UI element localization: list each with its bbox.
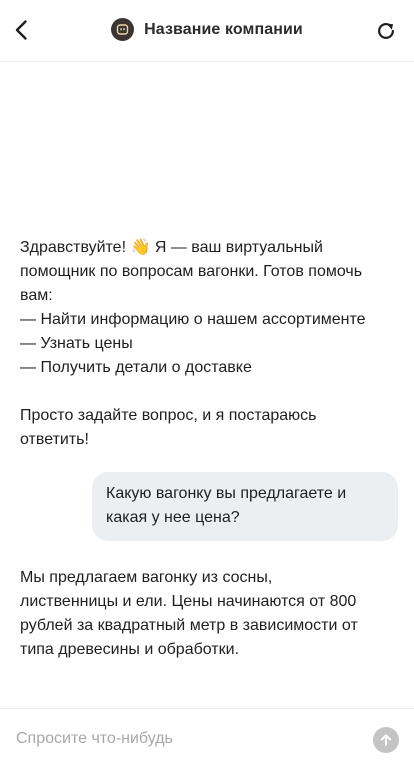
header-title-group: Название компании: [0, 18, 414, 41]
message-line: какая у нее цена?: [106, 509, 240, 526]
bot-message: Мы предлагаем вагонку из сосны, лиственн…: [20, 566, 394, 662]
message-line: помощник по вопросам вагонки. Готов помо…: [20, 263, 363, 280]
message-line: — Найти информацию о нашем ассортименте: [20, 311, 366, 328]
composer: [0, 708, 414, 770]
message-line: вам:: [20, 287, 53, 304]
message-line: Здравствуйте! 👋 Я — ваш виртуальный: [20, 239, 323, 256]
bot-message: Здравствуйте! 👋 Я — ваш виртуальный помо…: [20, 236, 394, 452]
user-message: Какую вагонку вы предлагаете и какая у н…: [92, 472, 398, 541]
message-list[interactable]: Здравствуйте! 👋 Я — ваш виртуальный помо…: [0, 62, 414, 708]
message-line: [20, 380, 394, 404]
message-line: лиственницы и ели. Цены начинаются от 80…: [20, 593, 357, 610]
message-line: — Узнать цены: [20, 335, 133, 352]
message-line: — Получить детали о доставке: [20, 359, 252, 376]
chat-header: Название компании: [0, 0, 414, 62]
message-line: Просто задайте вопрос, и я постараюсь: [20, 407, 317, 424]
arrow-up-icon: [380, 734, 392, 746]
message-line: рублей за квадратный метр в зависимости …: [20, 617, 358, 634]
message-input[interactable]: [0, 709, 360, 769]
message-line: типа древесины и обработки.: [20, 641, 240, 658]
send-button[interactable]: [373, 727, 399, 753]
message-line: ответить!: [20, 431, 89, 448]
refresh-button[interactable]: [372, 17, 400, 45]
message-line: Какую вагонку вы предлагаете и: [106, 485, 347, 502]
company-logo: [111, 18, 135, 41]
refresh-icon: [378, 23, 394, 39]
message-line: Мы предлагаем вагонку из сосны,: [20, 569, 273, 586]
company-name: Название компании: [144, 20, 303, 38]
bot-icon: [116, 24, 129, 35]
